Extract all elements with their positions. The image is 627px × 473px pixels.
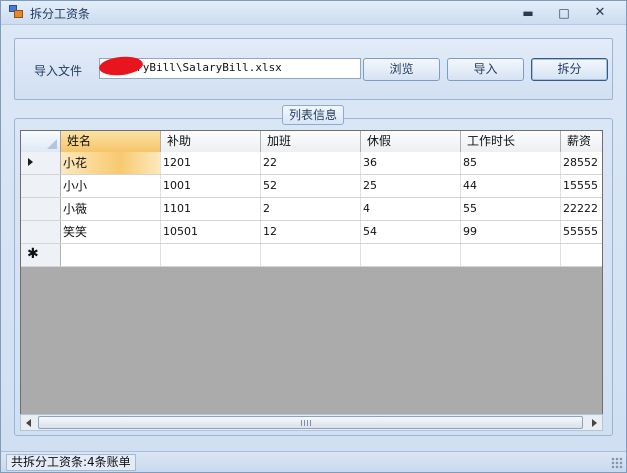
- cell-overtime[interactable]: 22: [261, 152, 361, 174]
- new-row-star-icon: ✱: [27, 246, 39, 262]
- cell-salary[interactable]: 15555: [561, 175, 602, 197]
- cell-empty[interactable]: [461, 244, 561, 266]
- cell-allowance[interactable]: 1001: [161, 175, 261, 197]
- row-header[interactable]: [21, 221, 61, 243]
- resize-grip-icon[interactable]: [611, 457, 623, 469]
- cell-work-hours[interactable]: 44: [461, 175, 561, 197]
- grip-icon: [301, 420, 313, 426]
- app-icon: [9, 5, 25, 19]
- scroll-left-icon[interactable]: [21, 415, 37, 430]
- cell-name[interactable]: 小薇: [61, 198, 161, 220]
- cell-leave[interactable]: 4: [361, 198, 461, 220]
- select-all-corner[interactable]: [21, 131, 61, 152]
- cell-overtime[interactable]: 52: [261, 175, 361, 197]
- grid-header: 姓名 补助 加班 休假 工作时长 薪资: [21, 131, 602, 152]
- cell-work-hours[interactable]: 85: [461, 152, 561, 174]
- import-button[interactable]: 导入: [447, 58, 524, 81]
- horizontal-scrollbar[interactable]: [20, 414, 603, 431]
- column-header-leave[interactable]: 休假: [361, 131, 461, 152]
- cell-allowance[interactable]: 1101: [161, 198, 261, 220]
- minimize-button[interactable]: ▬: [517, 5, 539, 21]
- cell-overtime[interactable]: 2: [261, 198, 361, 220]
- table-row[interactable]: 小薇 1101 2 4 55 22222: [21, 198, 602, 221]
- current-row-arrow-icon: [28, 158, 33, 166]
- cell-name[interactable]: 笑笑: [61, 221, 161, 243]
- cell-allowance[interactable]: 10501: [161, 221, 261, 243]
- cell-work-hours[interactable]: 55: [461, 198, 561, 220]
- scrollbar-thumb[interactable]: [38, 416, 583, 429]
- row-header-new[interactable]: ✱: [21, 244, 61, 266]
- cell-name[interactable]: 小花: [61, 152, 161, 174]
- cell-empty[interactable]: [361, 244, 461, 266]
- cell-allowance[interactable]: 1201: [161, 152, 261, 174]
- cell-name[interactable]: 小小: [61, 175, 161, 197]
- cell-leave[interactable]: 36: [361, 152, 461, 174]
- new-row[interactable]: ✱: [21, 244, 602, 267]
- list-group-title: 列表信息: [282, 105, 345, 125]
- browse-button[interactable]: 浏览: [363, 58, 440, 81]
- window-title: 拆分工资条: [30, 7, 91, 21]
- split-button[interactable]: 拆分: [531, 58, 608, 81]
- cell-salary[interactable]: 28552: [561, 152, 602, 174]
- cell-leave[interactable]: 54: [361, 221, 461, 243]
- cell-overtime[interactable]: 12: [261, 221, 361, 243]
- column-header-allowance[interactable]: 补助: [161, 131, 261, 152]
- table-row[interactable]: 笑笑 10501 12 54 99 55555: [21, 221, 602, 244]
- maximize-button[interactable]: □: [553, 5, 575, 21]
- scroll-right-icon[interactable]: [586, 415, 602, 430]
- cell-empty[interactable]: [561, 244, 602, 266]
- column-header-name[interactable]: 姓名: [61, 131, 161, 152]
- grid-rows: 小花 1201 22 36 85 28552 小小 1001 52 25 44 …: [21, 152, 602, 267]
- cell-empty[interactable]: [61, 244, 161, 266]
- row-header[interactable]: [21, 175, 61, 197]
- data-grid[interactable]: 姓名 补助 加班 休假 工作时长 薪资 小花 1201 22 36 85 285…: [20, 130, 603, 430]
- cell-work-hours[interactable]: 99: [461, 221, 561, 243]
- close-button[interactable]: ✕: [589, 5, 611, 21]
- column-header-salary[interactable]: 薪资: [561, 131, 602, 152]
- import-file-label: 导入文件: [34, 64, 83, 78]
- table-row[interactable]: 小花 1201 22 36 85 28552: [21, 152, 602, 175]
- cell-empty[interactable]: [161, 244, 261, 266]
- cell-salary[interactable]: 22222: [561, 198, 602, 220]
- column-header-overtime[interactable]: 加班: [261, 131, 361, 152]
- row-header[interactable]: [21, 198, 61, 220]
- table-row[interactable]: 小小 1001 52 25 44 15555: [21, 175, 602, 198]
- cell-empty[interactable]: [261, 244, 361, 266]
- status-bar: 共拆分工资条:4条账单: [1, 451, 626, 472]
- cell-salary[interactable]: 55555: [561, 221, 602, 243]
- row-header-current[interactable]: [21, 152, 61, 174]
- title-bar[interactable]: 拆分工资条 ▬ □ ✕: [1, 1, 626, 25]
- main-window: 拆分工资条 ▬ □ ✕ 导入文件 · · aryBill\SalaryBill.…: [0, 0, 627, 473]
- status-text: 共拆分工资条:4条账单: [6, 454, 136, 471]
- cell-leave[interactable]: 25: [361, 175, 461, 197]
- column-header-work-hours[interactable]: 工作时长: [461, 131, 561, 152]
